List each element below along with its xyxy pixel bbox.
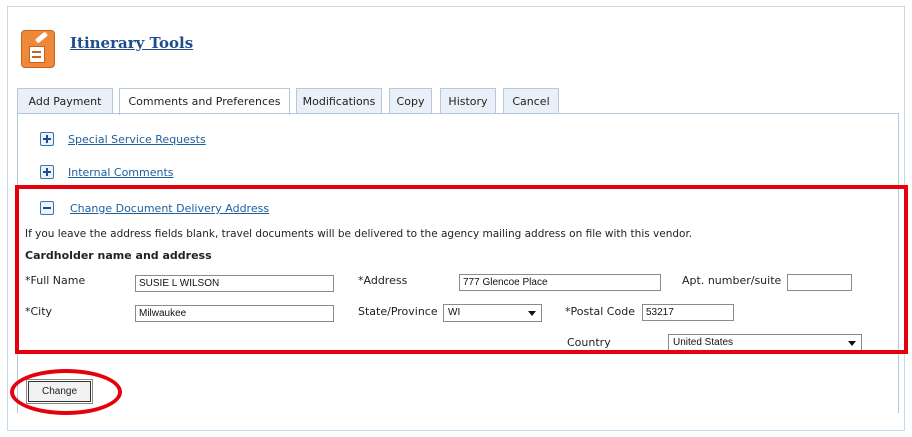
expand-plus-icon[interactable] bbox=[40, 165, 54, 179]
tab-modifications[interactable]: Modifications bbox=[296, 88, 382, 113]
tab-add-payment[interactable]: Add Payment bbox=[17, 88, 113, 113]
highlight-circle bbox=[10, 369, 122, 415]
highlight-box bbox=[15, 185, 908, 354]
tab-cancel[interactable]: Cancel bbox=[503, 88, 559, 113]
page-title[interactable]: Itinerary Tools bbox=[70, 34, 193, 52]
expand-plus-icon[interactable] bbox=[40, 132, 54, 146]
tab-comments-and-preferences[interactable]: Comments and Preferences bbox=[119, 88, 290, 115]
special-service-requests-link[interactable]: Special Service Requests bbox=[68, 133, 206, 146]
internal-comments-link[interactable]: Internal Comments bbox=[68, 166, 174, 179]
tools-document-icon bbox=[21, 30, 55, 68]
tab-copy[interactable]: Copy bbox=[389, 88, 432, 113]
tab-history[interactable]: History bbox=[440, 88, 496, 113]
